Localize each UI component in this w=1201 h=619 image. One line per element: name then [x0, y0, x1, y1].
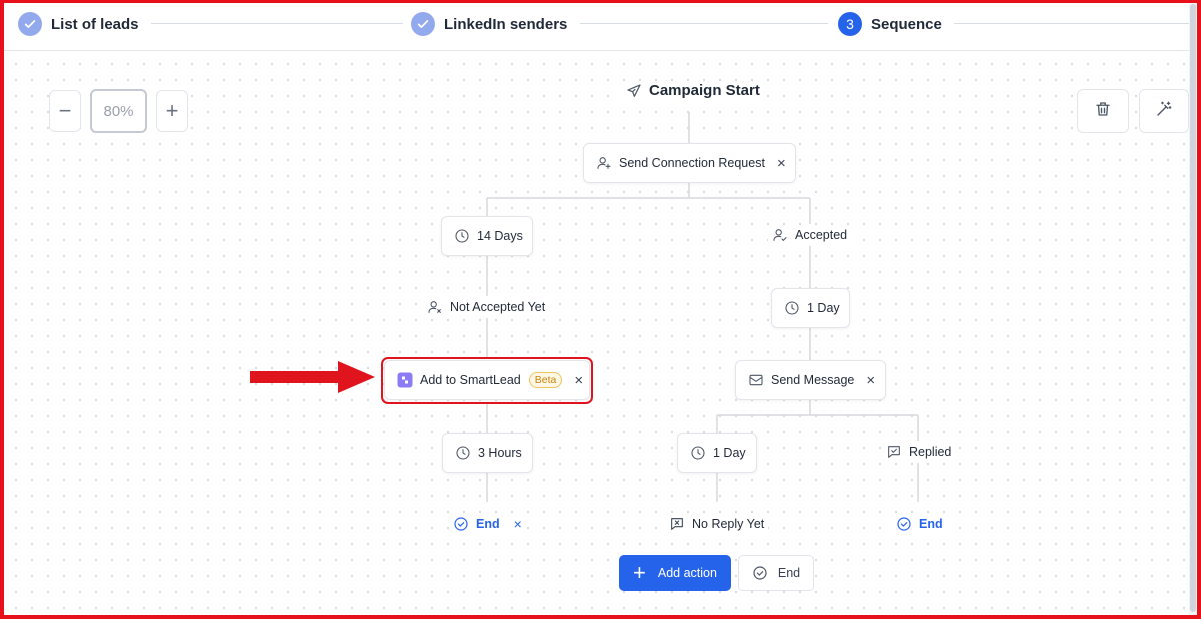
- send-message-node[interactable]: Send Message ×: [735, 360, 886, 400]
- node-label: 14 Days: [477, 229, 523, 243]
- clock-icon: [454, 228, 470, 244]
- zoom-level: 80%: [90, 89, 147, 133]
- wait-1-day-node[interactable]: 1 Day: [677, 433, 757, 473]
- replied-branch: Replied: [882, 442, 956, 462]
- campaign-start: Campaign Start: [622, 82, 764, 99]
- trash-icon: [1094, 100, 1112, 123]
- campaign-start-label: Campaign Start: [649, 82, 760, 99]
- end-label: End: [919, 517, 943, 531]
- node-label: Send Connection Request: [619, 156, 765, 170]
- no-reply-branch: No Reply Yet: [665, 514, 769, 534]
- not-accepted-branch: Not Accepted Yet: [423, 297, 550, 317]
- accepted-branch: Accepted: [768, 225, 852, 245]
- add-action-button[interactable]: + Add action: [619, 555, 731, 591]
- paper-plane-icon: [626, 83, 642, 99]
- step-sequence[interactable]: 3 Sequence: [838, 12, 942, 36]
- branch-label: Accepted: [795, 228, 848, 242]
- message-check-icon: [886, 444, 902, 460]
- user-x-icon: [427, 299, 443, 315]
- mail-icon: [748, 372, 764, 388]
- step-linkedin-senders[interactable]: LinkedIn senders: [411, 12, 567, 36]
- wait-1-day-node[interactable]: 1 Day: [771, 288, 850, 328]
- plus-icon: +: [633, 560, 646, 585]
- check-circle-icon: [752, 565, 768, 581]
- step-number-badge: 3: [838, 12, 862, 36]
- clock-icon: [784, 300, 800, 316]
- end-label: End: [476, 517, 500, 531]
- highlight-box-annotation: [381, 357, 593, 404]
- magic-wand-icon: [1155, 100, 1173, 123]
- stepper: List of leads LinkedIn senders 3 Sequenc…: [4, 3, 1189, 51]
- branch-label: Replied: [909, 445, 952, 459]
- step-label: Sequence: [871, 15, 942, 33]
- end-button-label: End: [777, 566, 801, 580]
- wait-3-hours-node[interactable]: 3 Hours: [442, 433, 533, 473]
- branch-label: Not Accepted Yet: [450, 300, 546, 314]
- check-icon: [411, 12, 435, 36]
- wait-14-days-node[interactable]: 14 Days: [441, 216, 533, 256]
- step-label: LinkedIn senders: [444, 15, 568, 33]
- add-action-label: Add action: [657, 566, 717, 580]
- clock-icon: [455, 445, 471, 461]
- node-label: Send Message: [771, 373, 855, 387]
- check-circle-icon: [453, 516, 469, 532]
- zoom-in-button[interactable]: +: [156, 90, 188, 132]
- send-connection-request-node[interactable]: Send Connection Request ×: [583, 143, 796, 183]
- clock-icon: [690, 445, 706, 461]
- step-list-of-leads[interactable]: List of leads: [18, 12, 139, 36]
- vertical-scrollbar[interactable]: [1189, 0, 1197, 619]
- user-check-icon: [772, 227, 788, 243]
- step-divider: [580, 23, 828, 24]
- red-arrow-annotation: [250, 361, 375, 393]
- user-plus-icon: [596, 155, 612, 171]
- scrollbar-thumb[interactable]: [1190, 4, 1196, 612]
- step-divider: [954, 23, 1189, 24]
- close-icon[interactable]: ×: [514, 516, 522, 532]
- node-label: 1 Day: [807, 301, 840, 315]
- magic-generate-button[interactable]: [1139, 89, 1189, 133]
- node-label: 1 Day: [713, 446, 746, 460]
- branch-label: No Reply Yet: [692, 517, 765, 531]
- node-label: 3 Hours: [478, 446, 522, 460]
- plus-icon: +: [165, 98, 179, 123]
- check-circle-icon: [896, 516, 912, 532]
- delete-sequence-button[interactable]: [1077, 89, 1129, 133]
- step-divider: [151, 23, 403, 24]
- end-node-right[interactable]: End: [892, 514, 947, 534]
- step-label: List of leads: [51, 15, 139, 33]
- message-x-icon: [669, 516, 685, 532]
- end-button[interactable]: End: [738, 555, 814, 591]
- check-icon: [18, 12, 42, 36]
- zoom-out-button[interactable]: −: [49, 90, 81, 132]
- end-node-left[interactable]: End ×: [449, 514, 526, 534]
- minus-icon: −: [58, 98, 72, 123]
- close-icon[interactable]: ×: [866, 373, 875, 388]
- close-icon[interactable]: ×: [777, 156, 786, 171]
